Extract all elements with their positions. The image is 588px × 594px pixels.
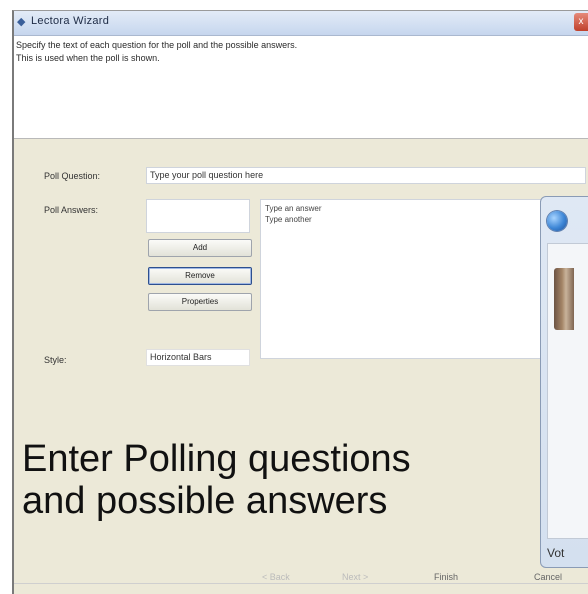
globe-icon <box>547 211 567 231</box>
caption-line2: and possible answers <box>22 480 388 522</box>
app-icon: ◆ <box>17 16 26 28</box>
style-label: Style: <box>44 355 67 365</box>
cancel-button[interactable]: Cancel <box>534 572 562 582</box>
header-description-line1: Specify the text of each question for th… <box>16 40 298 50</box>
answers-list[interactable]: Type an answer Type another <box>260 199 588 359</box>
screenshot-stage: ◆ Lectora Wizard x Specify the text of e… <box>0 0 588 594</box>
avatar <box>554 268 574 330</box>
window-title: Lectora Wizard <box>31 15 110 27</box>
close-button[interactable]: x <box>574 13 588 31</box>
add-answer-button[interactable]: Add <box>148 239 252 257</box>
header-description-line2: This is used when the poll is shown. <box>16 53 160 63</box>
popup-content <box>547 243 588 539</box>
answers-label: Poll Answers: <box>44 205 99 215</box>
style-select[interactable]: Horizontal Bars <box>146 349 250 366</box>
voting-popup[interactable]: Vot <box>540 196 588 568</box>
next-button[interactable]: Next > <box>342 572 368 582</box>
finish-button[interactable]: Finish <box>434 572 458 582</box>
header-description: Specify the text of each question for th… <box>16 39 556 65</box>
caption-line1: Enter Polling questions <box>22 438 411 480</box>
answer-properties-button[interactable]: Properties <box>148 293 252 311</box>
answer-input[interactable] <box>146 199 250 233</box>
answer-item[interactable]: Type an answer <box>265 203 583 214</box>
slide-caption: Enter Polling questions and possible ans… <box>22 438 522 522</box>
popup-footer-text: Vot <box>547 546 565 560</box>
remove-answer-button[interactable]: Remove <box>148 267 252 285</box>
wizard-footer: < Back Next > Finish Cancel <box>14 572 588 594</box>
title-bar[interactable]: ◆ Lectora Wizard x <box>14 11 588 36</box>
question-input[interactable]: Type your poll question here <box>146 167 586 184</box>
back-button[interactable]: < Back <box>262 572 290 582</box>
question-label: Poll Question: <box>44 171 101 181</box>
answer-item[interactable]: Type another <box>265 214 583 225</box>
